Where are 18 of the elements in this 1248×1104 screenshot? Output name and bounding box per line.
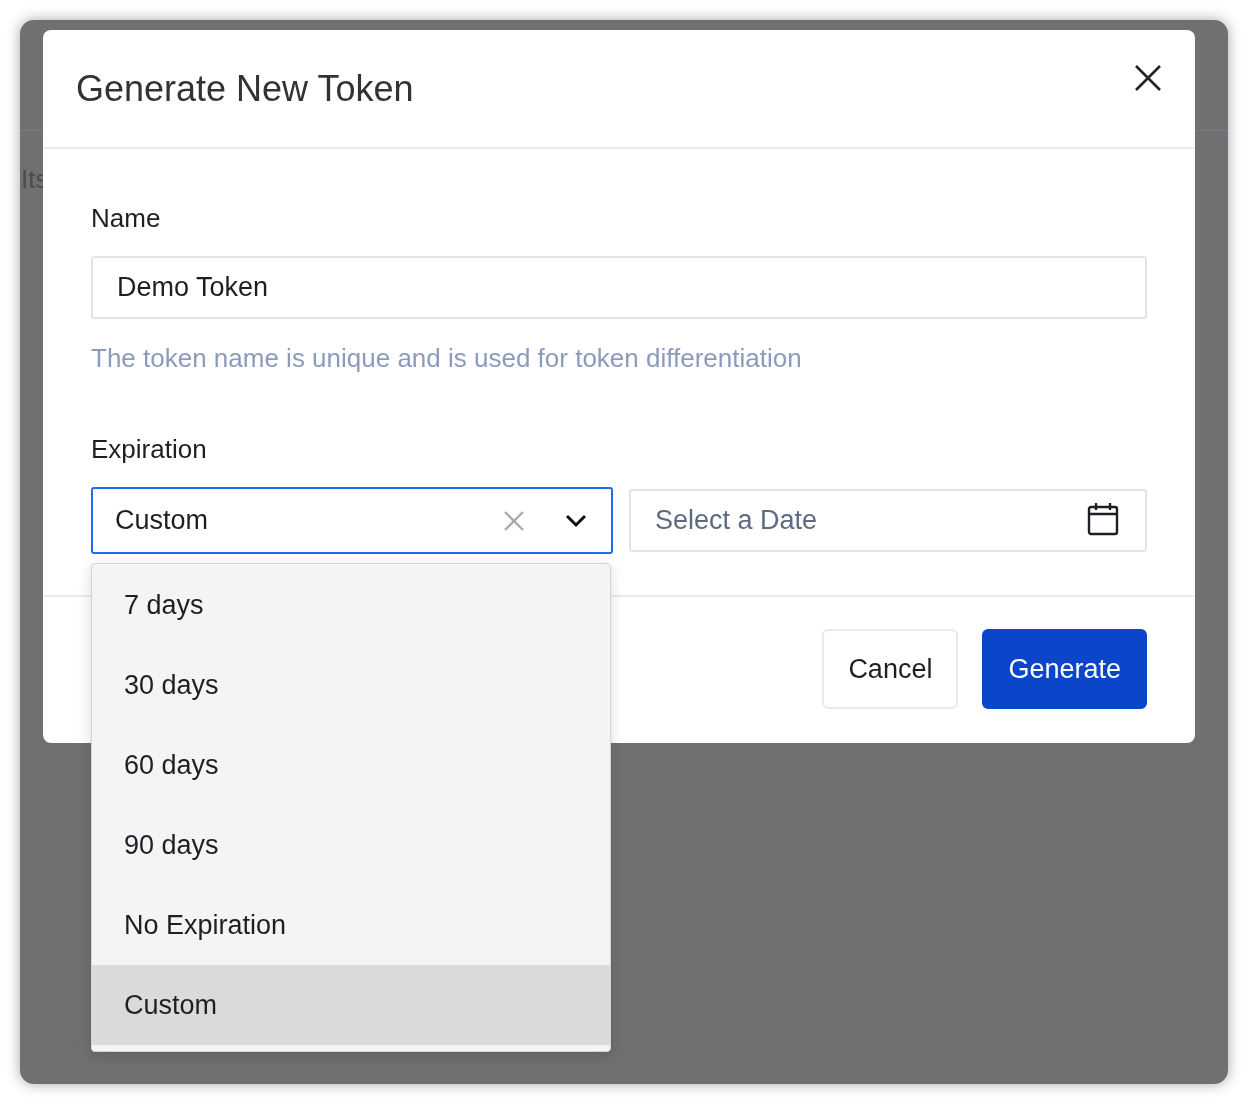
field-label: Name [91,202,162,235]
dropdown-option[interactable]: 7 days [92,565,610,645]
generate-button[interactable]: Generate [982,629,1147,709]
cancel-button[interactable]: Cancel [822,629,959,709]
close-icon [1133,62,1163,93]
chevron-down-icon [565,513,587,528]
date-field[interactable]: Select a Date [629,489,1147,552]
name-input[interactable]: Demo Token [91,256,1147,319]
dropdown-option[interactable]: 90 days [92,805,610,885]
help-text: The token name is unique and is used for token differentiation [91,342,803,375]
expiration-select[interactable]: Custom [91,487,613,554]
dropdown-option[interactable]: No Expiration [92,885,610,965]
dialog-title: Generate New Token [76,66,414,111]
dropdown-option[interactable]: 60 days [92,725,610,805]
calendar-icon[interactable] [1087,502,1119,536]
dropdown-option[interactable]: 30 days [92,645,610,725]
dropdown-option[interactable]: Custom [92,965,610,1045]
field-label: Expiration [91,433,208,466]
